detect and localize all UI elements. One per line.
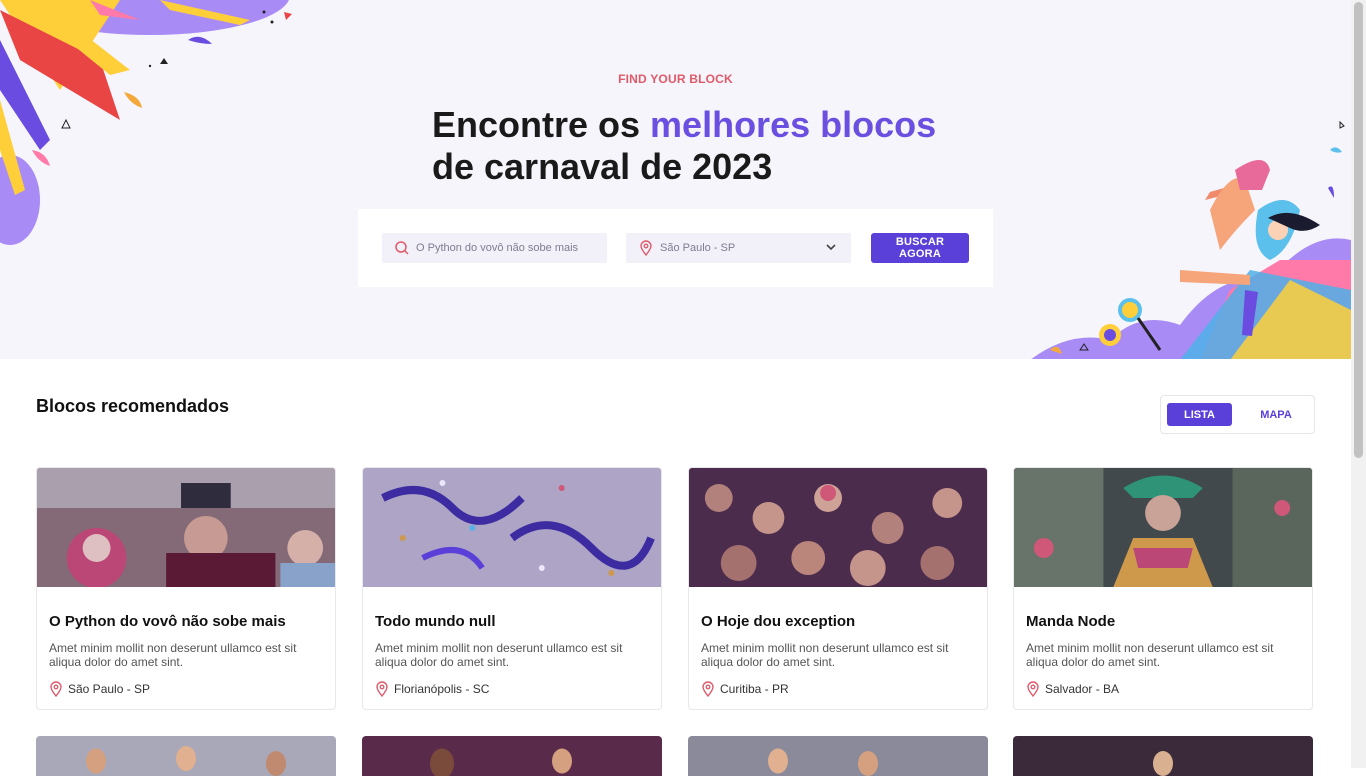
block-card-photo-partial[interactable] [36, 736, 336, 776]
map-view-button[interactable]: MAPA [1241, 403, 1311, 426]
location-pin-icon [375, 681, 389, 697]
card-description: Amet minim mollit non deserunt ullamco e… [49, 641, 319, 669]
block-card-photo-partial[interactable] [362, 736, 662, 776]
card-description: Amet minim mollit non deserunt ullamco e… [701, 641, 971, 669]
search-button[interactable]: BUSCAR AGORA [871, 233, 969, 263]
search-input[interactable]: O Python do vovô não sobe mais [382, 233, 607, 263]
carnival-dancer-illustration [1030, 110, 1351, 359]
card-title: O Python do vovô não sobe mais [49, 613, 286, 630]
card-location-text: Florianópolis - SC [394, 682, 489, 696]
search-placeholder: O Python do vovô não sobe mais [416, 242, 578, 254]
block-card-photo-partial[interactable] [1013, 736, 1313, 776]
card-photo [363, 468, 661, 587]
block-card[interactable]: Manda Node Amet minim mollit non deserun… [1013, 467, 1313, 710]
card-description: Amet minim mollit non deserunt ullamco e… [375, 641, 645, 669]
eyebrow-label: FIND YOUR BLOCK [0, 72, 1351, 86]
location-pin-icon [701, 681, 715, 697]
title-line-2: de carnaval de 2023 [432, 146, 772, 187]
list-view-button[interactable]: LISTA [1167, 403, 1232, 426]
city-select-value: São Paulo - SP [660, 242, 735, 254]
card-photo [1014, 468, 1312, 587]
search-panel: O Python do vovô não sobe mais São Paulo… [358, 209, 993, 287]
card-location-text: Salvador - BA [1045, 682, 1119, 696]
page-scrollbar[interactable] [1351, 0, 1366, 768]
carnival-feathers-illustration-left [0, 0, 300, 250]
card-location-text: São Paulo - SP [68, 682, 150, 696]
block-card[interactable]: O Python do vovô não sobe mais Amet mini… [36, 467, 336, 710]
block-card[interactable]: Todo mundo null Amet minim mollit non de… [362, 467, 662, 710]
chevron-down-icon [825, 241, 837, 253]
card-location: Curitiba - PR [701, 681, 789, 697]
card-description: Amet minim mollit non deserunt ullamco e… [1026, 641, 1296, 669]
location-pin-icon [638, 240, 654, 256]
search-icon [394, 240, 410, 256]
scrollbar-thumb[interactable] [1354, 2, 1363, 458]
card-location: Salvador - BA [1026, 681, 1119, 697]
location-pin-icon [1026, 681, 1040, 697]
view-toggle: LISTA MAPA [1160, 395, 1315, 434]
card-title: O Hoje dou exception [701, 613, 855, 630]
card-title: Manda Node [1026, 613, 1115, 630]
card-location: São Paulo - SP [49, 681, 150, 697]
title-part-1: Encontre os [432, 104, 650, 145]
hero-section: FIND YOUR BLOCK Encontre os melhores blo… [0, 0, 1351, 359]
card-photo [689, 468, 987, 587]
title-accent: melhores blocos [650, 104, 936, 145]
card-location: Florianópolis - SC [375, 681, 489, 697]
card-photo [37, 468, 335, 587]
city-select[interactable]: São Paulo - SP [626, 233, 851, 263]
card-title: Todo mundo null [375, 613, 496, 630]
block-card[interactable]: O Hoje dou exception Amet minim mollit n… [688, 467, 988, 710]
card-location-text: Curitiba - PR [720, 682, 789, 696]
block-card-photo-partial[interactable] [688, 736, 988, 776]
location-pin-icon [49, 681, 63, 697]
page-title: Encontre os melhores blocos de carnaval … [432, 104, 936, 188]
section-title: Blocos recomendados [36, 396, 229, 417]
